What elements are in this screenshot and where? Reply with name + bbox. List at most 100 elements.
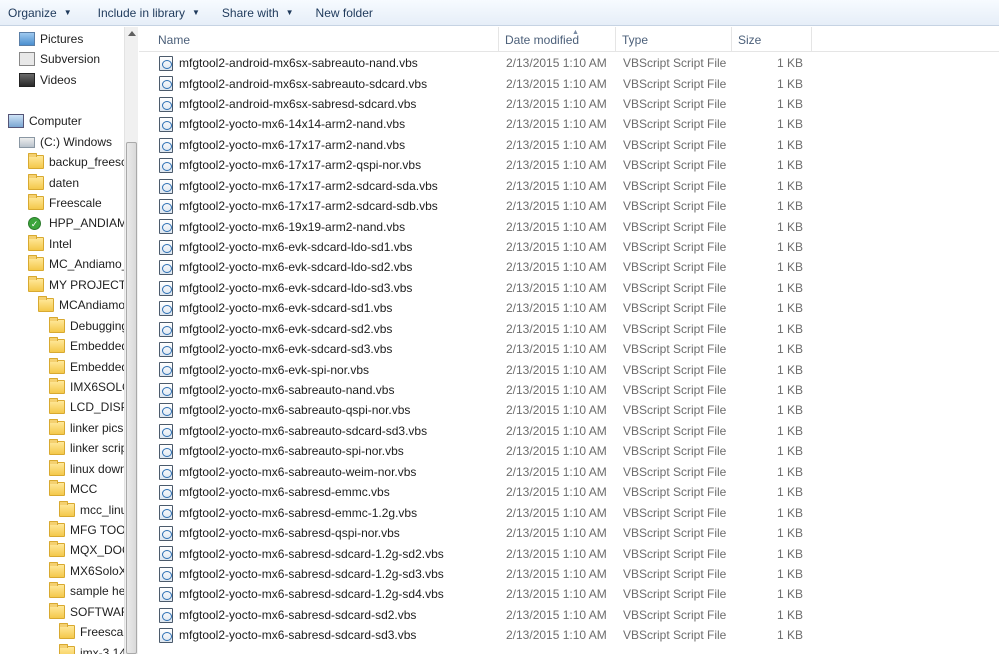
nav-item[interactable]: Embedded xyxy=(49,357,124,377)
file-name: mfgtool2-android-mx6sx-sabresd-sdcard.vb… xyxy=(179,97,417,112)
drive-icon xyxy=(19,136,35,148)
nav-item[interactable]: linker pics xyxy=(49,418,123,438)
file-row[interactable]: mfgtool2-yocto-mx6-sabresd-sdcard-sd2.vb… xyxy=(139,605,999,625)
nav-item[interactable]: Videos xyxy=(19,70,76,90)
file-size: 1 KB xyxy=(776,321,803,336)
nav-item[interactable]: backup_freesca xyxy=(28,152,124,172)
folder-icon xyxy=(49,378,65,394)
file-row[interactable]: mfgtool2-yocto-mx6-evk-sdcard-ldo-sd2.vb… xyxy=(139,257,999,277)
nav-item[interactable]: MC_Andiamo_ xyxy=(28,254,124,274)
vbscript-file-icon xyxy=(159,607,173,623)
nav-item[interactable]: Debugging xyxy=(49,316,124,336)
file-date-modified: 2/13/2015 1:10 AM xyxy=(506,342,607,357)
share-with-button[interactable]: Share with ▼ xyxy=(214,0,302,26)
file-row[interactable]: mfgtool2-android-mx6sx-sabresd-sdcard.vb… xyxy=(139,94,999,114)
vbscript-file-icon xyxy=(159,158,173,174)
file-type: VBScript Script File xyxy=(623,199,727,214)
organize-button[interactable]: Organize ▼ xyxy=(0,0,80,26)
nav-item[interactable]: Freescale xyxy=(59,622,124,642)
nav-item[interactable]: MQX_DOC xyxy=(49,540,124,560)
folder-icon xyxy=(49,603,65,619)
file-type: VBScript Script File xyxy=(623,362,727,377)
file-row[interactable]: mfgtool2-yocto-mx6-sabresd-emmc-1.2g.vbs… xyxy=(139,502,999,522)
column-header-date-modified[interactable]: Date modified xyxy=(499,27,616,52)
file-row[interactable]: mfgtool2-yocto-mx6-evk-sdcard-sd2.vbs 2/1… xyxy=(139,319,999,339)
nav-item[interactable]: daten xyxy=(28,173,79,193)
file-date-modified: 2/13/2015 1:10 AM xyxy=(506,280,607,295)
nav-item[interactable]: Subversion xyxy=(19,49,100,69)
nav-item-label: MCAndiamo xyxy=(59,298,124,312)
file-type: VBScript Script File xyxy=(623,444,727,459)
file-row[interactable]: mfgtool2-yocto-mx6-17x17-arm2-sdcard-sda… xyxy=(139,176,999,196)
column-header-name[interactable]: Name xyxy=(152,27,499,52)
nav-item[interactable]: mcc_linu xyxy=(59,500,124,520)
file-row[interactable]: mfgtool2-yocto-mx6-17x17-arm2-nand.vbs 2/… xyxy=(139,135,999,155)
nav-item[interactable]: MCC xyxy=(49,479,97,499)
include-in-library-button[interactable]: Include in library ▼ xyxy=(90,0,208,26)
nav-item[interactable]: Computer xyxy=(8,111,82,131)
file-date-modified: 2/13/2015 1:10 AM xyxy=(506,158,607,173)
nav-item[interactable]: SOFTWAR xyxy=(49,602,124,622)
file-size: 1 KB xyxy=(776,607,803,622)
file-row[interactable]: mfgtool2-yocto-mx6-14x14-arm2-nand.vbs 2/… xyxy=(139,114,999,134)
nav-item[interactable]: MFG TOOL xyxy=(49,520,124,540)
nav-item[interactable]: MCAndiamo xyxy=(38,295,124,315)
vbscript-file-icon xyxy=(159,525,173,541)
file-row[interactable]: mfgtool2-android-mx6sx-sabreauto-nand.vb… xyxy=(139,53,999,73)
nav-item[interactable]: ✓ HPP_ANDIAMO xyxy=(28,213,124,233)
nav-item[interactable]: sample he xyxy=(49,581,124,601)
column-header-type[interactable]: Type xyxy=(616,27,732,52)
file-row[interactable]: mfgtool2-yocto-mx6-17x17-arm2-sdcard-sdb… xyxy=(139,196,999,216)
nav-item[interactable]: (C:) Windows xyxy=(19,132,112,152)
file-row[interactable]: mfgtool2-yocto-mx6-19x19-arm2-nand.vbs 2/… xyxy=(139,216,999,236)
nav-item[interactable]: linker scrip xyxy=(49,438,124,458)
file-date-modified: 2/13/2015 1:10 AM xyxy=(506,546,607,561)
folder-icon xyxy=(38,296,54,312)
nav-item[interactable]: linux down xyxy=(49,459,124,479)
file-name: mfgtool2-yocto-mx6-17x17-arm2-sdcard-sdb… xyxy=(179,199,438,214)
nav-scrollbar[interactable] xyxy=(124,27,138,654)
nav-item[interactable]: Pictures xyxy=(19,29,83,49)
file-name: mfgtool2-yocto-mx6-sabreauto-spi-nor.vbs xyxy=(179,444,404,459)
scroll-up-arrow-icon[interactable] xyxy=(128,31,136,36)
file-row[interactable]: mfgtool2-yocto-mx6-evk-sdcard-sd1.vbs 2/1… xyxy=(139,298,999,318)
nav-item[interactable]: MY PROJECTS xyxy=(28,275,124,295)
file-row[interactable]: mfgtool2-yocto-mx6-sabresd-qspi-nor.vbs 2… xyxy=(139,523,999,543)
file-row[interactable]: mfgtool2-android-mx6sx-sabreauto-sdcard.… xyxy=(139,73,999,93)
nav-item[interactable]: LCD_DISPL xyxy=(49,397,124,417)
file-date-modified: 2/13/2015 1:10 AM xyxy=(506,56,607,71)
file-row[interactable]: mfgtool2-yocto-mx6-evk-sdcard-ldo-sd3.vb… xyxy=(139,278,999,298)
file-size: 1 KB xyxy=(776,137,803,152)
new-folder-button[interactable]: New folder xyxy=(308,0,381,26)
nav-item[interactable]: imx-3.14 xyxy=(59,643,124,654)
nav-item-label: LCD_DISPL xyxy=(70,400,124,414)
column-header-size[interactable]: Size xyxy=(732,27,812,52)
file-row[interactable]: mfgtool2-yocto-mx6-17x17-arm2-qspi-nor.v… xyxy=(139,155,999,175)
nav-item[interactable]: Embedded xyxy=(49,336,124,356)
file-row[interactable]: mfgtool2-yocto-mx6-sabresd-sdcard-sd3.vb… xyxy=(139,625,999,645)
file-name: mfgtool2-yocto-mx6-evk-sdcard-ldo-sd3.vb… xyxy=(179,280,413,295)
nav-scrollbar-thumb[interactable] xyxy=(126,142,137,654)
file-row[interactable]: mfgtool2-yocto-mx6-evk-sdcard-ldo-sd1.vb… xyxy=(139,237,999,257)
nav-item-label: backup_freesca xyxy=(49,155,124,169)
nav-item[interactable]: IMX6SOLO xyxy=(49,377,124,397)
file-row[interactable]: mfgtool2-yocto-mx6-sabresd-sdcard-1.2g-s… xyxy=(139,584,999,604)
file-row[interactable]: mfgtool2-yocto-mx6-sabreauto-weim-nor.vb… xyxy=(139,462,999,482)
nav-item[interactable]: Freescale xyxy=(28,193,102,213)
file-date-modified: 2/13/2015 1:10 AM xyxy=(506,260,607,275)
file-row[interactable]: mfgtool2-yocto-mx6-evk-sdcard-sd3.vbs 2/1… xyxy=(139,339,999,359)
vbscript-file-icon xyxy=(159,96,173,112)
file-row[interactable]: mfgtool2-yocto-mx6-sabreauto-nand.vbs 2/1… xyxy=(139,380,999,400)
chevron-down-icon: ▼ xyxy=(285,8,294,17)
file-row[interactable]: mfgtool2-yocto-mx6-sabresd-emmc.vbs 2/13/… xyxy=(139,482,999,502)
nav-item[interactable]: MX6SoloX xyxy=(49,561,124,581)
nav-item[interactable]: Intel xyxy=(28,234,72,254)
file-row[interactable]: mfgtool2-yocto-mx6-sabresd-sdcard-1.2g-s… xyxy=(139,564,999,584)
file-row[interactable]: mfgtool2-yocto-mx6-sabreauto-qspi-nor.vb… xyxy=(139,400,999,420)
file-row[interactable]: mfgtool2-yocto-mx6-evk-spi-nor.vbs 2/13/2… xyxy=(139,359,999,379)
file-row[interactable]: mfgtool2-yocto-mx6-sabresd-sdcard-1.2g-s… xyxy=(139,543,999,563)
file-row[interactable]: mfgtool2-yocto-mx6-sabreauto-spi-nor.vbs… xyxy=(139,441,999,461)
vbscript-file-icon xyxy=(159,239,173,255)
nav-item-label: MY PROJECTS xyxy=(49,278,124,292)
file-row[interactable]: mfgtool2-yocto-mx6-sabreauto-sdcard-sd3.… xyxy=(139,421,999,441)
